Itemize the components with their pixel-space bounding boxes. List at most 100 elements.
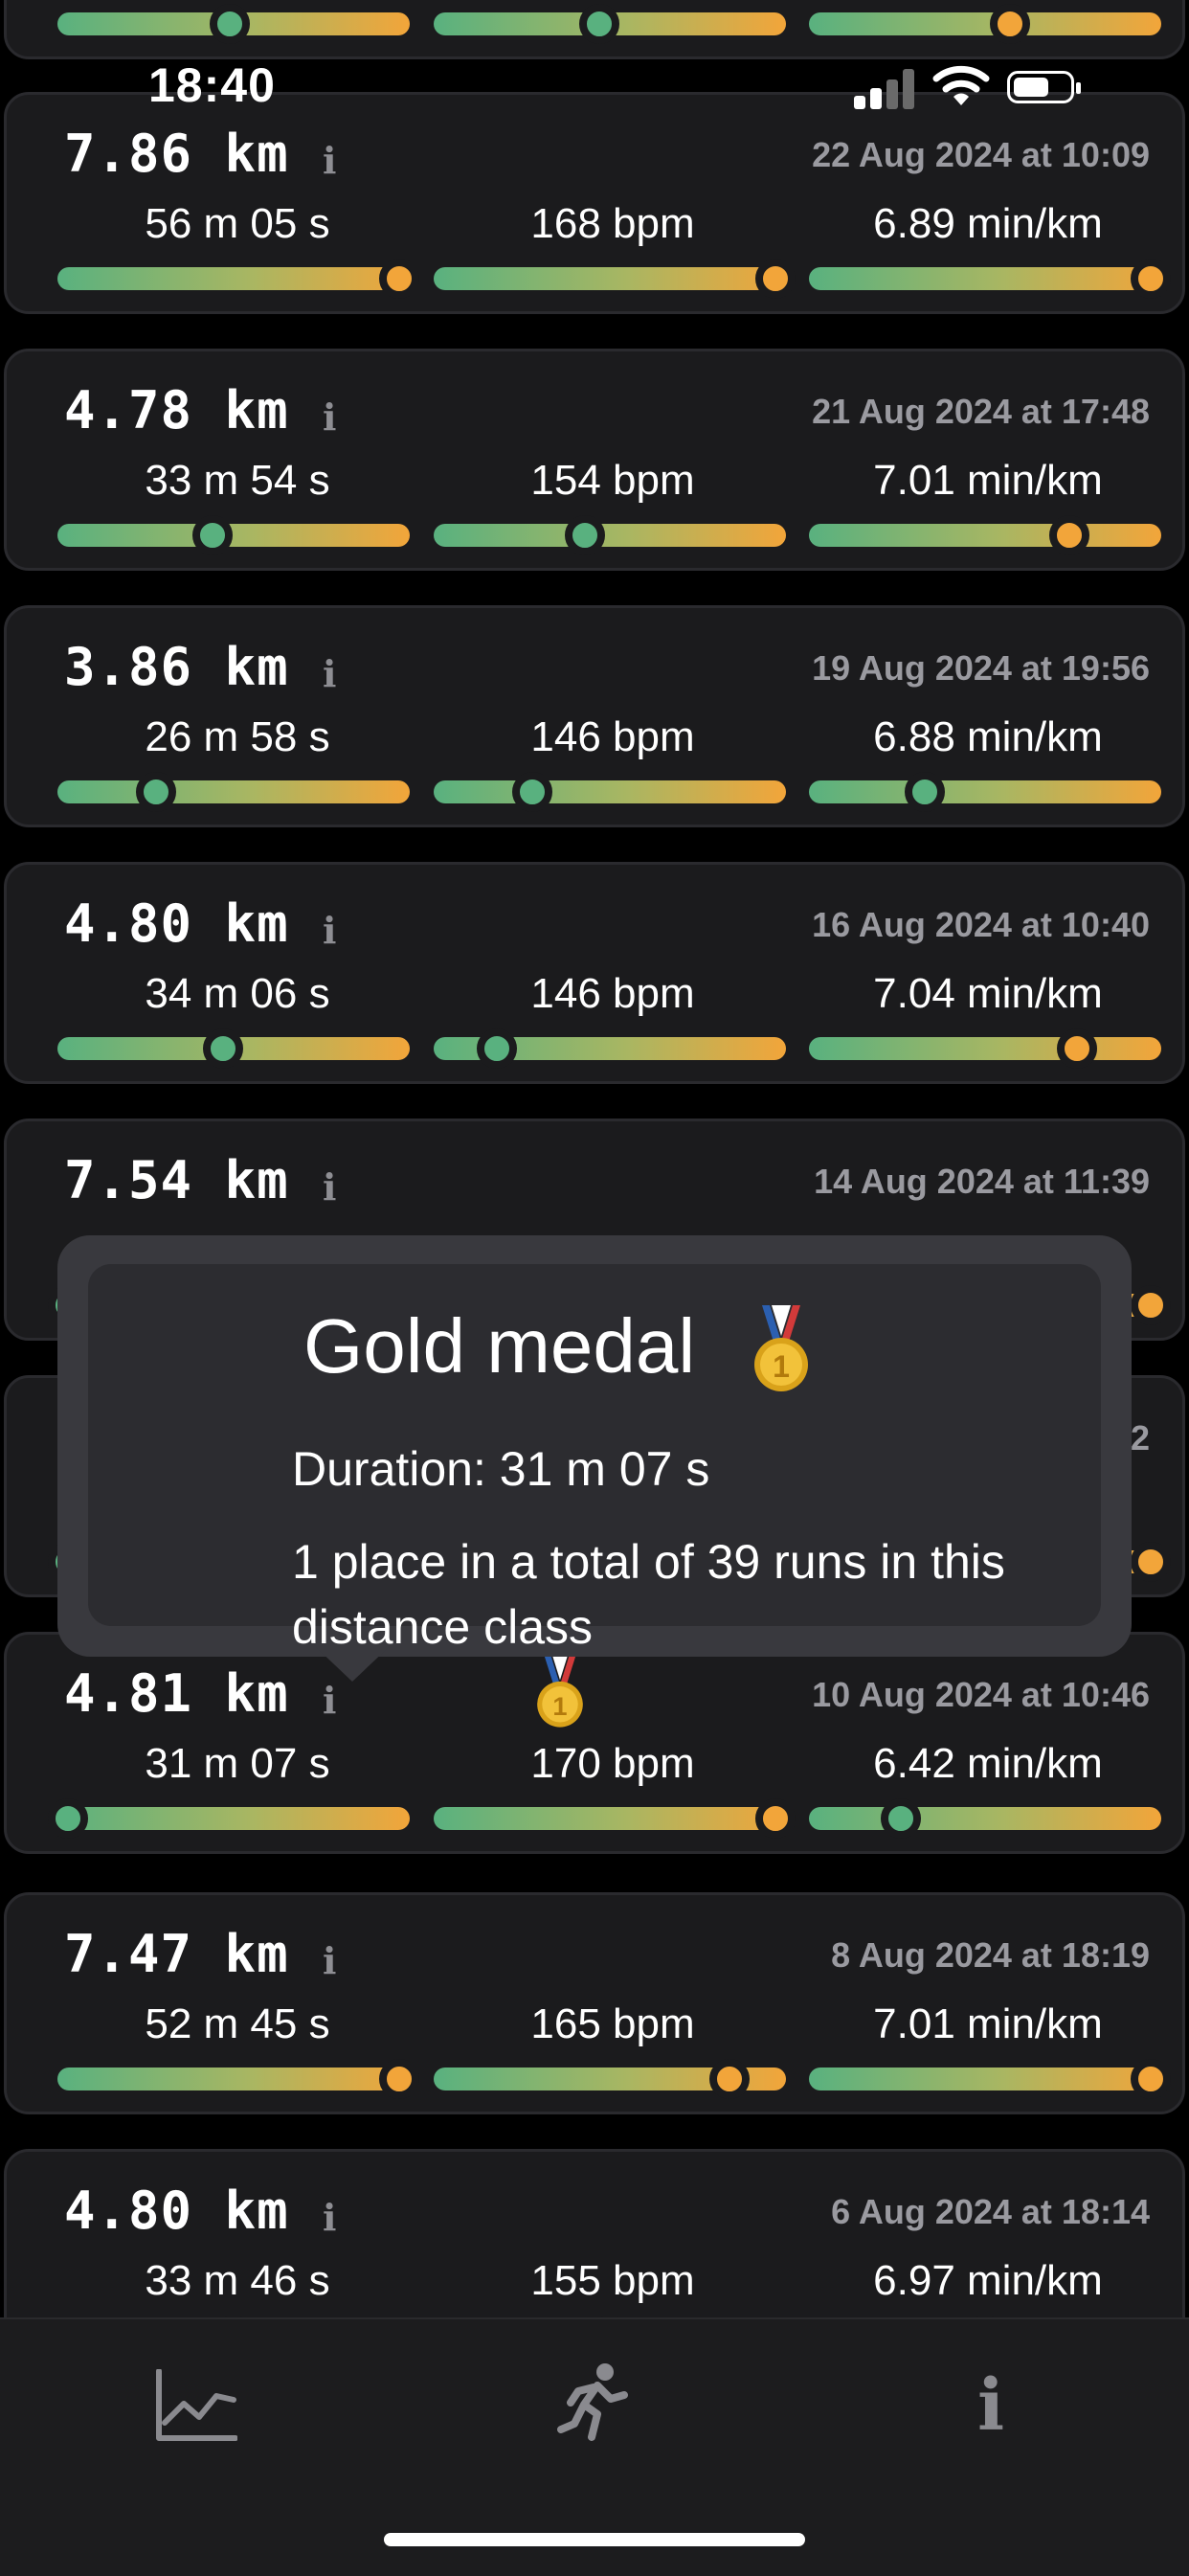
duration-knob <box>48 1798 89 1839</box>
run-heart-rate: 170 bpm <box>530 1740 695 1787</box>
run-duration: 33 m 46 s <box>145 2257 330 2304</box>
run-distance: 4.78 km <box>64 380 289 441</box>
run-heart-rate: 154 bpm <box>530 457 695 504</box>
duration-bar <box>57 515 410 555</box>
tooltip-duration: Duration: 31 m 07 s <box>292 1442 710 1496</box>
run-heart-rate: 146 bpm <box>530 713 695 760</box>
run-info-icon[interactable]: i <box>323 139 336 182</box>
run-duration: 26 m 58 s <box>145 713 330 760</box>
duration-knob <box>191 515 233 555</box>
run-card[interactable]: 4.78 km i 21 Aug 2024 at 17:48 33 m 54 s 154… <box>4 349 1185 571</box>
heart-rate-bar <box>434 1028 786 1069</box>
status-icons <box>854 65 1093 115</box>
pace-bar <box>809 259 1171 299</box>
run-list[interactable]: 7.86 km i 22 Aug 2024 at 10:09 56 m 05 s 168… <box>0 0 1189 2317</box>
run-heart-rate: 168 bpm <box>530 200 695 247</box>
pace-bar <box>809 1798 1161 1839</box>
run-info-icon[interactable]: i <box>323 2196 336 2239</box>
run-date: 8 Aug 2024 at 18:19 <box>831 1935 1150 1975</box>
run-info-icon[interactable]: i <box>323 1939 336 1982</box>
pace-bar <box>809 1028 1161 1069</box>
chart-icon <box>156 2369 237 2441</box>
run-date: 19 Aug 2024 at 19:56 <box>812 648 1150 688</box>
cellular-signal-icon <box>854 67 915 109</box>
pace-bar <box>809 515 1161 555</box>
run-date: 22 Aug 2024 at 10:09 <box>812 135 1150 174</box>
duration-knob <box>136 772 177 812</box>
pace-knob <box>1049 515 1090 555</box>
gold-medal-icon: 1 <box>754 1305 808 1391</box>
run-info-icon[interactable]: i <box>323 909 336 952</box>
pace-knob <box>905 772 946 812</box>
run-distance: 7.86 km <box>64 124 289 184</box>
run-date: 14 Aug 2024 at 11:39 <box>814 1162 1150 1201</box>
tab-info[interactable]: i <box>933 2348 1048 2463</box>
tab-runs[interactable] <box>536 2348 651 2463</box>
runner-icon <box>557 2363 628 2441</box>
run-pace: 6.42 min/km <box>873 1740 1103 1787</box>
run-heart-rate: 155 bpm <box>530 2257 695 2304</box>
run-date: 10 Aug 2024 at 10:46 <box>812 1675 1150 1714</box>
tooltip-body: Gold medal 1 Duration: 31 m 07 s 1 place… <box>88 1264 1101 1654</box>
run-pace: 7.01 min/km <box>873 457 1103 504</box>
run-heart-rate: 165 bpm <box>530 2000 695 2047</box>
run-date: 21 Aug 2024 at 17:48 <box>812 392 1150 431</box>
gold-medal-icon[interactable]: 1 <box>531 1654 589 1730</box>
pace-bar <box>809 772 1161 812</box>
run-pace: 7.04 min/km <box>873 970 1103 1017</box>
run-distance: 4.81 km <box>64 1663 289 1724</box>
run-distance: 7.47 km <box>64 1924 289 1984</box>
run-card[interactable]: 7.86 km i 22 Aug 2024 at 10:09 56 m 05 s 168… <box>4 92 1185 314</box>
run-card[interactable]: 7.47 km i 8 Aug 2024 at 18:19 52 m 45 s 165 … <box>4 1892 1185 2114</box>
run-pace: 6.89 min/km <box>873 200 1103 247</box>
tab-statistics[interactable] <box>139 2348 254 2463</box>
run-date: 2 <box>1130 1418 1150 1457</box>
run-heart-rate: 146 bpm <box>530 970 695 1017</box>
run-info-icon[interactable]: i <box>323 652 336 695</box>
run-card[interactable]: 4.80 km i 6 Aug 2024 at 18:14 33 m 46 s 155 … <box>4 2149 1185 2317</box>
heart-rate-bar <box>434 1798 796 1839</box>
run-card[interactable]: 4.80 km i 16 Aug 2024 at 10:40 34 m 06 s 146… <box>4 862 1185 1084</box>
status-time: 18:40 <box>148 58 276 112</box>
tooltip-title: Gold medal <box>303 1303 696 1389</box>
heart-rate-knob <box>565 515 606 555</box>
pace-knob <box>1130 2059 1171 2099</box>
heart-rate-bar <box>434 2059 786 2099</box>
heart-rate-bar <box>434 259 796 299</box>
heart-rate-bar <box>434 515 786 555</box>
heart-rate-knob <box>477 1028 518 1069</box>
home-indicator <box>384 2533 805 2546</box>
heart-rate-knob <box>512 772 553 812</box>
run-date: 16 Aug 2024 at 10:40 <box>812 905 1150 944</box>
duration-knob <box>378 2059 419 2099</box>
wifi-icon <box>932 65 990 105</box>
duration-bar <box>48 1798 410 1839</box>
pace-knob <box>880 1798 921 1839</box>
run-info-icon[interactable]: i <box>323 1165 336 1209</box>
status-bar: 18:40 <box>0 0 1189 112</box>
run-info-icon[interactable]: i <box>323 395 336 439</box>
tooltip-pointer <box>316 1647 389 1682</box>
run-duration: 33 m 54 s <box>145 457 330 504</box>
run-duration: 52 m 45 s <box>145 2000 330 2047</box>
duration-bar <box>57 1028 410 1069</box>
duration-knob <box>202 1028 243 1069</box>
run-card[interactable]: 3.86 km i 19 Aug 2024 at 19:56 26 m 58 s 146… <box>4 605 1185 827</box>
battery-icon <box>1007 71 1081 103</box>
duration-knob <box>378 259 419 299</box>
duration-bar <box>57 2059 419 2099</box>
heart-rate-knob <box>754 259 796 299</box>
pace-bar <box>809 2059 1171 2099</box>
run-info-icon[interactable]: i <box>323 1679 336 1722</box>
heart-rate-knob <box>754 1798 796 1839</box>
info-icon: i <box>976 2364 1005 2447</box>
medal-tooltip[interactable]: Gold medal 1 Duration: 31 m 07 s 1 place… <box>57 1235 1132 1682</box>
pace-knob <box>1130 1285 1171 1325</box>
run-pace: 6.88 min/km <box>873 713 1103 760</box>
svg-text:1: 1 <box>552 1691 567 1721</box>
run-date: 6 Aug 2024 at 18:14 <box>831 2192 1150 2231</box>
run-pace: 7.01 min/km <box>873 2000 1103 2047</box>
pace-knob <box>1056 1028 1097 1069</box>
run-card[interactable]: 4.81 km i 10 Aug 2024 at 10:46 1 31 m 07 s 17… <box>4 1632 1185 1854</box>
run-distance: 3.86 km <box>64 637 289 697</box>
